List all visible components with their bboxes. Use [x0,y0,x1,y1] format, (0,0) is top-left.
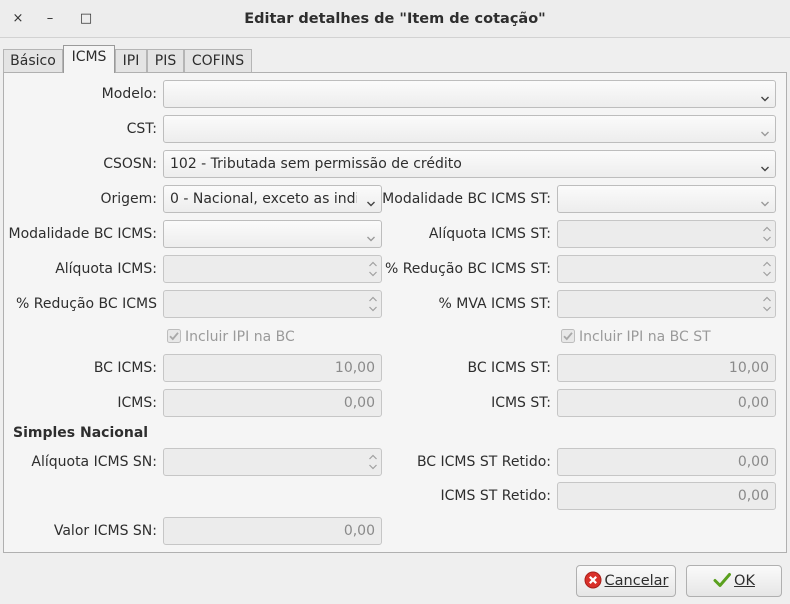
cst-value [170,116,751,142]
spin-arrows-icon[interactable] [368,294,378,314]
reducao-bc-icms-label: % Redução BC ICMS [16,296,157,312]
icms-st-retido-label: ICMS ST Retido: [440,488,551,504]
reducao-bc-icms-input[interactable] [163,290,382,318]
origem-label: Origem: [100,191,157,207]
cancel-icon [584,570,602,589]
aliquota-icms-sn-input[interactable] [163,448,382,476]
bc-icms-st-value: 10,00 [728,360,769,376]
origem-select[interactable]: 0 - Nacional, exceto as indicadas [163,185,382,213]
bc-icms-st-retido-value: 0,00 [737,454,769,470]
icms-st-value: 0,00 [737,395,769,411]
simples-nacional-heading: Simples Nacional [13,425,149,441]
bc-icms-st-input: 10,00 [557,354,776,382]
cst-select[interactable] [163,115,776,143]
modalidade-bc-icms-st-label: Modalidade BC ICMS ST: [382,191,551,207]
modalidade-bc-icms-st-value [564,186,751,212]
chevron-down-icon [367,231,375,242]
cancel-button-label: Cancelar [604,573,669,589]
bc-icms-input: 10,00 [163,354,382,382]
spin-arrows-icon[interactable] [762,294,772,314]
aliquota-icms-input[interactable] [163,255,382,283]
csosn-label: CSOSN: [103,156,157,172]
valor-icms-sn-value: 0,00 [343,523,375,539]
modalidade-bc-icms-label: Modalidade BC ICMS: [8,226,157,242]
csosn-select[interactable]: 102 - Tributada sem permissão de crédito [163,150,776,178]
modalidade-bc-icms-select[interactable] [163,220,382,248]
modelo-value [170,81,751,107]
icms-value: 0,00 [343,395,375,411]
spin-arrows-icon[interactable] [368,259,378,279]
bc-icms-st-retido-input: 0,00 [557,448,776,476]
bc-icms-st-retido-label: BC ICMS ST Retido: [416,454,551,470]
tab-icms[interactable]: ICMS [63,45,115,73]
incluir-ipi-bc-st-label: Incluir IPI na BC ST [579,329,711,345]
valor-icms-sn-input: 0,00 [163,517,382,545]
icms-input: 0,00 [163,389,382,417]
tab-pis[interactable]: PIS [147,49,184,72]
reducao-bc-icms-st-input[interactable] [557,255,776,283]
chevron-down-icon [761,196,769,207]
aliquota-icms-sn-label: Alíquota ICMS SN: [31,454,157,470]
icms-st-label: ICMS ST: [491,395,551,411]
valor-icms-sn-label: Valor ICMS SN: [53,523,157,539]
reducao-bc-icms-st-label: % Redução BC ICMS ST: [384,261,551,277]
icms-label: ICMS: [117,395,157,411]
origem-value: 0 - Nacional, exceto as indicadas [170,191,357,207]
bc-icms-value: 10,00 [334,360,375,376]
window-title: Editar detalhes de "Item de cotação" [244,11,546,27]
cst-label: CST: [126,121,157,137]
ok-button-label: OK [734,573,755,589]
tab-cofins[interactable]: COFINS [184,49,252,72]
incluir-ipi-bc-label: Incluir IPI na BC [185,329,295,345]
mva-icms-st-input[interactable] [557,290,776,318]
bc-icms-label: BC ICMS: [93,360,157,376]
tab-basico[interactable]: Básico [3,49,63,72]
ok-button[interactable]: OK [686,565,782,597]
chevron-down-icon [761,161,769,172]
modelo-select[interactable] [163,80,776,108]
chevron-down-icon [367,196,375,207]
spin-arrows-icon[interactable] [762,259,772,279]
icms-st-retido-value: 0,00 [737,488,769,504]
spin-arrows-icon[interactable] [762,224,772,244]
aliquota-icms-st-input[interactable] [557,220,776,248]
incluir-ipi-bc-st-checkbox[interactable]: Incluir IPI na BC ST [561,327,711,347]
modalidade-bc-icms-st-select[interactable] [557,185,776,213]
check-icon [713,570,732,588]
icms-st-retido-input: 0,00 [557,482,776,510]
spin-arrows-icon[interactable] [368,452,378,472]
tab-ipi[interactable]: IPI [115,49,147,72]
checkbox-checked-icon [561,329,575,343]
aliquota-icms-st-label: Alíquota ICMS ST: [428,226,551,242]
mva-icms-st-label: % MVA ICMS ST: [438,296,551,312]
chevron-down-icon [761,91,769,102]
incluir-ipi-bc-checkbox[interactable]: Incluir IPI na BC [167,327,295,347]
chevron-down-icon [761,126,769,137]
aliquota-icms-label: Alíquota ICMS: [55,261,157,277]
cancel-button[interactable]: Cancelar [576,565,676,597]
icms-st-input: 0,00 [557,389,776,417]
checkbox-checked-icon [167,329,181,343]
modelo-label: Modelo: [101,86,157,102]
bc-icms-st-label: BC ICMS ST: [467,360,551,376]
modalidade-bc-icms-value [170,221,357,247]
csosn-value: 102 - Tributada sem permissão de crédito [170,156,462,172]
